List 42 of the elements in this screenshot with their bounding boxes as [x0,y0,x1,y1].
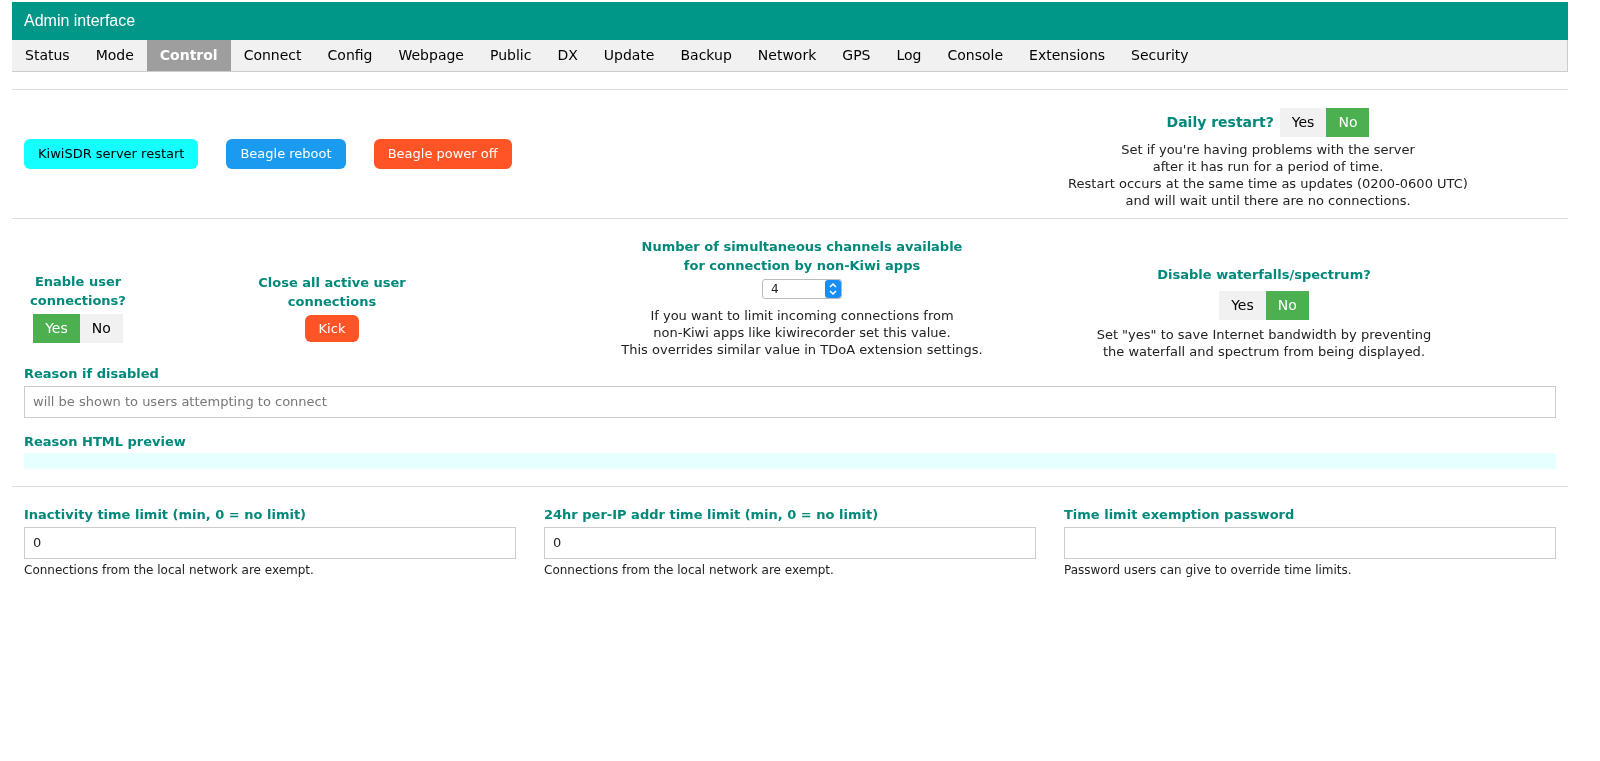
help-text: Set if you're having problems with the server after it has run for a period of time. Restart occurs at the same time as updates (0200-0600 UTC) and will wait until there are no connections. [1068,141,1468,209]
field-label: Number of simultaneous channels available for connection by non-Kiwi apps [641,238,963,275]
header-title: Admin interface [24,11,136,31]
field-label: Time limit exemption password [1064,506,1296,524]
field-label: Reason if disabled [24,365,160,383]
tab[interactable]: Connect [230,40,315,71]
help-text: Set "yes" to save Internet bandwidth by preventing the waterfall and spectrum from being displayed. [1096,325,1432,360]
help-text: If you want to limit incoming connections from non-Kiwi apps like kiwirecorder set this value. This overrides similar value in TDoA extension settings. [621,307,983,358]
toggle-option[interactable]: Yes [1279,108,1327,137]
tab[interactable]: Mode [82,40,147,71]
tab[interactable]: Status [12,40,83,71]
tab[interactable]: Config [314,40,386,71]
help-text: Password users can give to override time limits. [1064,561,1353,579]
input-field[interactable] [1064,526,1556,559]
tab[interactable]: Public [476,40,545,71]
tab[interactable]: Webpage [385,40,477,71]
spinner-icon [825,280,841,298]
help-text: Connections from the local network are exempt. [544,561,835,579]
field-label: Inactivity time limit (min, 0 = no limit) [24,506,308,524]
tab[interactable]: GPS [829,40,884,71]
field-label: 24hr per-IP addr time limit (min, 0 = no limit) [544,506,880,524]
tab[interactable]: Security [1118,40,1202,71]
action-button[interactable]: KiwiSDR server restart [24,139,199,169]
help-text: Connections from the local network are exempt. [24,561,315,579]
tab[interactable]: Network [744,40,830,71]
input-field[interactable]: will be shown to users attempting to connect [24,385,1556,418]
field-label: Enable user connections? [29,273,127,310]
field-label: Disable waterfalls/spectrum? [1157,266,1371,284]
toggle-option[interactable]: No [79,314,123,343]
tab[interactable]: DX [544,40,591,71]
field-label: Reason HTML preview [24,432,187,451]
channel-select[interactable]: 4 [762,279,842,299]
tab[interactable]: Console [934,40,1017,71]
tab[interactable]: Extensions [1016,40,1119,71]
tab[interactable]: Update [590,40,668,71]
tab[interactable]: Backup [667,40,745,71]
toggle-option[interactable]: Yes [1219,290,1266,320]
field-label: Close all active user connections [257,273,407,311]
tab[interactable]: Log [883,40,935,71]
input-field[interactable]: 0 [24,526,516,559]
field-label: Daily restart? [1166,113,1274,132]
input-field[interactable]: 0 [544,526,1036,559]
